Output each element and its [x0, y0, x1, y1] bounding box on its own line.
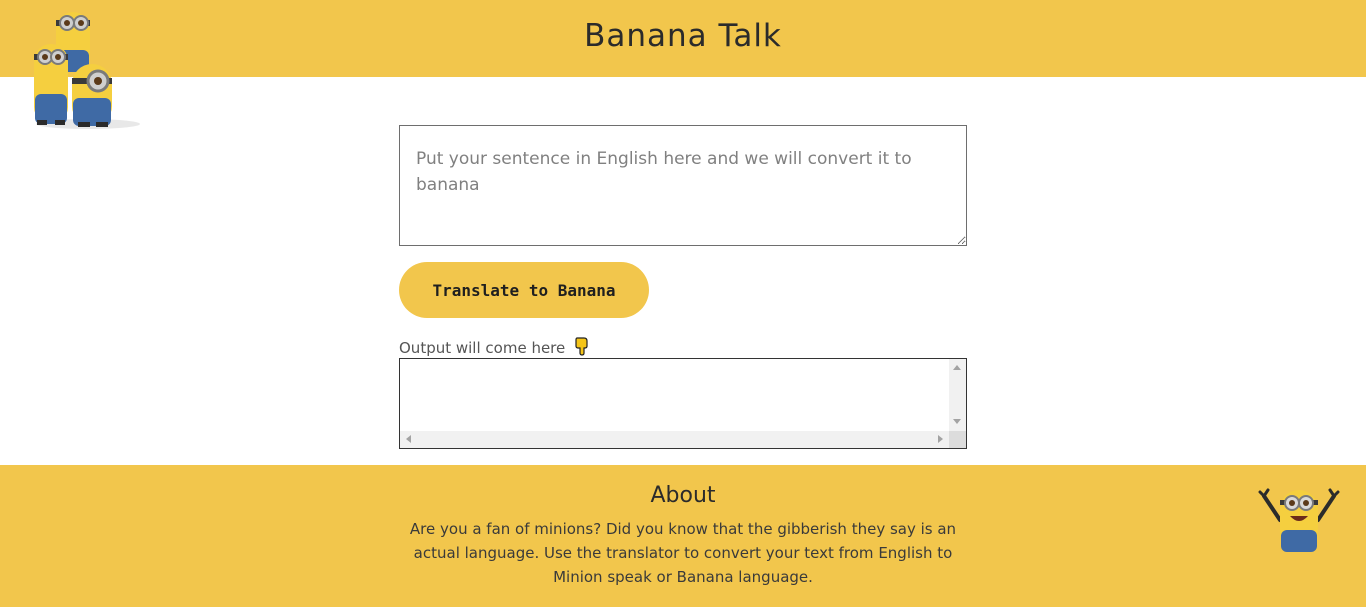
minion-waving-icon — [1258, 488, 1340, 552]
footer-about: About Are you a fan of minions? Did you … — [0, 465, 1366, 607]
scroll-up-arrow-icon[interactable] — [953, 365, 961, 370]
minions-group-icon — [34, 12, 140, 129]
page-title: Banana Talk — [584, 18, 782, 54]
header-bar: Banana Talk — [0, 0, 1366, 77]
english-input[interactable] — [399, 125, 967, 246]
scroll-left-arrow-icon[interactable] — [406, 435, 411, 443]
pointing-down-hand-icon — [575, 337, 588, 356]
horizontal-scrollbar[interactable] — [400, 431, 949, 448]
scroll-down-arrow-icon[interactable] — [953, 419, 961, 424]
scrollbar-corner — [949, 431, 966, 448]
scroll-right-arrow-icon[interactable] — [938, 435, 943, 443]
page: Banana Talk Translate to Banana Outpu — [0, 0, 1366, 607]
about-text: Are you a fan of minions? Did you know t… — [409, 520, 957, 586]
output-box[interactable] — [399, 358, 967, 449]
output-label-text: Output will come here — [399, 339, 566, 357]
about-heading: About — [650, 483, 716, 508]
output-label: Output will come here — [399, 337, 590, 357]
translate-button[interactable]: Translate to Banana — [399, 262, 649, 318]
vertical-scrollbar[interactable] — [949, 359, 966, 431]
